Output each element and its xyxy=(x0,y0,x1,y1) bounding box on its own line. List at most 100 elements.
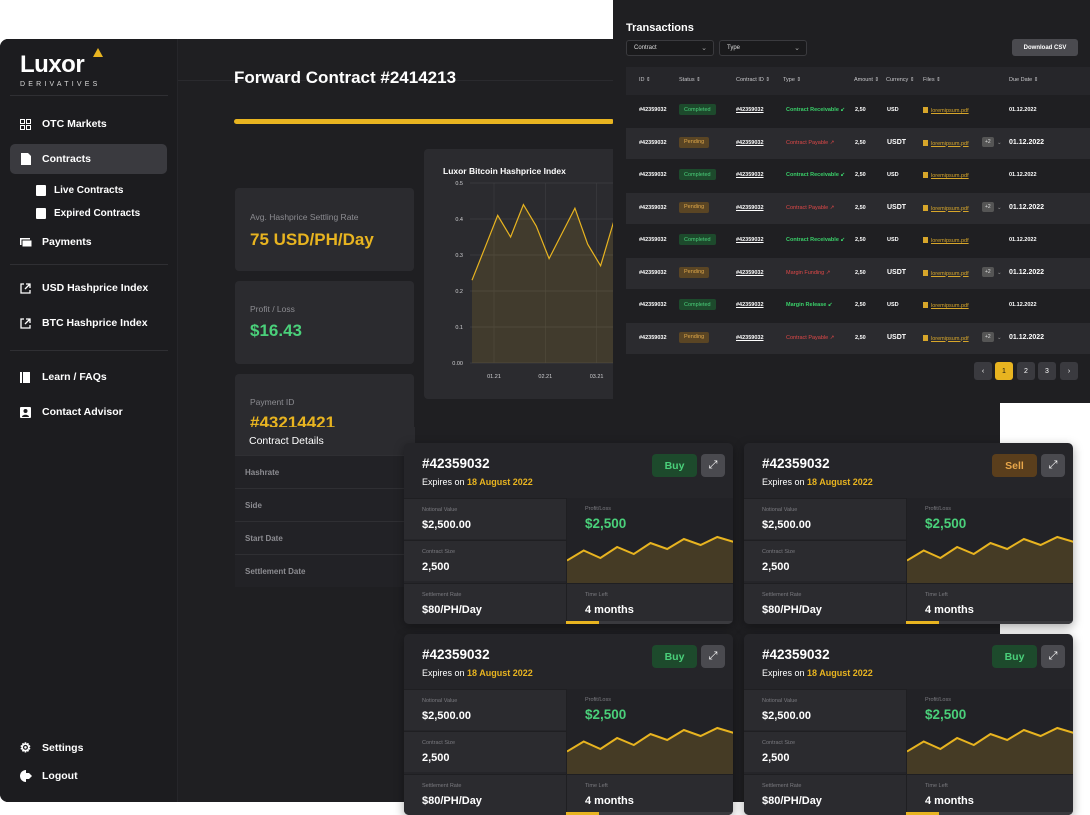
table-row[interactable]: #42359032 Completed #42359032 Contract Rece… xyxy=(626,95,1090,126)
sidebar-item-learn-faqs[interactable]: Learn / FAQs xyxy=(10,362,167,392)
column-header-files[interactable]: Files ⇕ xyxy=(923,77,941,83)
cell-due-date: 01.12.2022 xyxy=(1009,107,1037,113)
y-tick-label: 0.4 xyxy=(455,217,463,223)
sidebar-item-usd-hashprice-index[interactable]: USD Hashprice Index xyxy=(10,273,167,303)
sidebar-item-label: BTC Hashprice Index xyxy=(42,317,148,329)
sidebar-item-label: Settings xyxy=(42,742,84,754)
chevron-down-icon[interactable]: ⌄ xyxy=(997,335,1002,341)
column-header-type[interactable]: Type ⇕ xyxy=(783,77,801,83)
chevron-down-icon[interactable]: ⌄ xyxy=(997,270,1002,276)
card-expiry: Expires on 18 August 2022 xyxy=(762,477,873,487)
cell-file-link[interactable]: loremipsum.pdf xyxy=(923,237,969,244)
type-filter-select[interactable]: Type ⌄ xyxy=(719,40,807,56)
sidebar-item-btc-hashprice-index[interactable]: BTC Hashprice Index xyxy=(10,308,167,338)
card-rate: Settlement Rate $80/PH/Day xyxy=(404,583,566,624)
table-row[interactable]: #42359032 Completed #42359032 Contract Rece… xyxy=(626,160,1090,191)
column-header-due-date[interactable]: Due Date ⇕ xyxy=(1009,77,1038,83)
logo[interactable]: Luxor DERIVATIVES xyxy=(20,48,103,88)
extra-files-badge[interactable]: +2 xyxy=(982,266,994,277)
chevron-down-icon[interactable]: ⌄ xyxy=(997,140,1002,146)
pagination-page-2[interactable]: 2 xyxy=(1017,362,1035,380)
cell-currency: USD xyxy=(887,237,899,243)
page-title: Forward Contract #2414213 xyxy=(234,68,457,87)
expand-icon[interactable]: ⤢ xyxy=(701,454,725,477)
cell-file-link[interactable]: loremipsum.pdf xyxy=(923,269,969,277)
status-badge: Completed xyxy=(679,234,716,245)
cell-file-link[interactable]: loremipsum.pdf xyxy=(923,172,969,179)
cell-contract-id-link[interactable]: #42359032 xyxy=(736,270,764,276)
cell-id: #42359032 xyxy=(639,204,667,211)
table-row[interactable]: #42359032 Pending #42359032 Contract Payabl… xyxy=(626,322,1090,354)
expand-icon[interactable]: ⤢ xyxy=(1041,454,1065,477)
logo-mark-icon xyxy=(93,48,103,57)
pagination-page-1[interactable]: 1 xyxy=(995,362,1013,380)
download-csv-button[interactable]: Download CSV xyxy=(1012,39,1078,56)
cell-currency: USDT xyxy=(887,138,907,146)
contract-card[interactable]: #42359032 Expires on 18 August 2022 Sell ⤢ N… xyxy=(744,443,1073,624)
file-icon xyxy=(923,302,928,308)
y-tick-label: 0.00 xyxy=(452,361,463,367)
sidebar-item-contact-advisor[interactable]: Contact Advisor xyxy=(10,397,167,427)
cell-file-link[interactable]: loremipsum.pdf xyxy=(923,302,969,309)
cell-contract-id-link[interactable]: #42359032 xyxy=(736,107,764,113)
sidebar-item-logout[interactable]: Logout xyxy=(10,761,167,791)
cell-file-link[interactable]: loremipsum.pdf xyxy=(923,107,969,114)
column-header-currency[interactable]: Currency ⇕ xyxy=(886,77,914,83)
file-icon xyxy=(923,204,928,211)
chevron-down-icon[interactable]: ⌄ xyxy=(997,205,1002,211)
sell-button[interactable]: Sell xyxy=(992,454,1037,477)
status-badge: Pending xyxy=(679,201,710,213)
pagination-prev-button[interactable]: ‹ xyxy=(974,362,992,380)
column-header-amount[interactable]: Amount ⇕ xyxy=(854,77,879,83)
table-row[interactable]: #42359032 Pending #42359032 Contract Payabl… xyxy=(626,127,1090,159)
cell-type: Contract Receivable ↙ xyxy=(786,107,846,113)
cell-amount: 2,50 xyxy=(855,334,866,341)
extra-files-badge[interactable]: +2 xyxy=(982,331,994,342)
table-row[interactable]: #42359032 Completed #42359032 Contract Rece… xyxy=(626,225,1090,256)
sidebar-subitem-expired-contracts[interactable]: Expired Contracts xyxy=(36,204,140,222)
table-row[interactable]: #42359032 Pending #42359032 Contract Payabl… xyxy=(626,192,1090,224)
cell-contract-id-link[interactable]: #42359032 xyxy=(736,302,764,308)
column-header-status[interactable]: Status ⇕ xyxy=(679,77,701,83)
pagination-next-button[interactable]: › xyxy=(1060,362,1078,380)
contract-card[interactable]: #42359032 Expires on 18 August 2022 Buy ⤢ No… xyxy=(744,634,1073,815)
cell-contract-id-link[interactable]: #42359032 xyxy=(736,140,764,146)
contract-card[interactable]: #42359032 Expires on 18 August 2022 Buy ⤢ No… xyxy=(404,443,733,624)
sidebar-item-payments[interactable]: Payments xyxy=(10,227,167,257)
cell-contract-id-link[interactable]: #42359032 xyxy=(736,172,764,178)
cell-due-date: 01.12.2022 xyxy=(1009,302,1037,308)
card-notional: Notional Value $2,500.00 xyxy=(404,689,566,730)
sidebar-item-otc-markets[interactable]: OTC Markets xyxy=(10,109,167,139)
sidebar-item-settings[interactable]: ⚙ Settings xyxy=(10,733,167,763)
cell-contract-id-link[interactable]: #42359032 xyxy=(736,237,764,243)
expand-icon[interactable]: ⤢ xyxy=(701,645,725,668)
sidebar-item-contracts[interactable]: Contracts xyxy=(10,144,167,174)
card-progress-fill xyxy=(906,621,940,624)
table-row[interactable]: #42359032 Completed #42359032 Margin Releas… xyxy=(626,290,1090,321)
sidebar-item-label: USD Hashprice Index xyxy=(42,282,149,294)
extra-files-badge[interactable]: +2 xyxy=(982,201,994,212)
cell-file-link[interactable]: loremipsum.pdf xyxy=(923,139,969,147)
cell-contract-id-link[interactable]: #42359032 xyxy=(736,335,764,341)
card-size: Contract Size 2,500 xyxy=(404,731,566,772)
column-header-id[interactable]: ID ⇕ xyxy=(639,77,651,83)
chevron-down-icon: ⌄ xyxy=(701,45,707,52)
buy-button[interactable]: Buy xyxy=(652,454,697,477)
table-row[interactable]: #42359032 Pending #42359032 Margin Funding … xyxy=(626,257,1090,289)
column-header-contract-id[interactable]: Contract ID ⇕ xyxy=(736,77,770,83)
expand-icon[interactable]: ⤢ xyxy=(1041,645,1065,668)
sidebar-item-label: Payments xyxy=(42,236,92,248)
contract-card[interactable]: #42359032 Expires on 18 August 2022 Buy ⤢ No… xyxy=(404,634,733,815)
cell-file-link[interactable]: loremipsum.pdf xyxy=(923,334,969,342)
stat-card-profit-loss: Profit / Loss $16.43 xyxy=(235,281,414,364)
buy-button[interactable]: Buy xyxy=(652,645,697,668)
cell-file-link[interactable]: loremipsum.pdf xyxy=(923,204,969,212)
sidebar-subitem-live-contracts[interactable]: Live Contracts xyxy=(36,181,123,199)
pagination-page-3[interactable]: 3 xyxy=(1038,362,1056,380)
file-icon xyxy=(923,269,928,276)
extra-files-badge[interactable]: +2 xyxy=(982,136,994,147)
contract-filter-select[interactable]: Contract ⌄ xyxy=(626,40,714,56)
buy-button[interactable]: Buy xyxy=(992,645,1037,668)
cell-contract-id-link[interactable]: #42359032 xyxy=(736,205,764,211)
cell-id: #42359032 xyxy=(639,172,667,178)
